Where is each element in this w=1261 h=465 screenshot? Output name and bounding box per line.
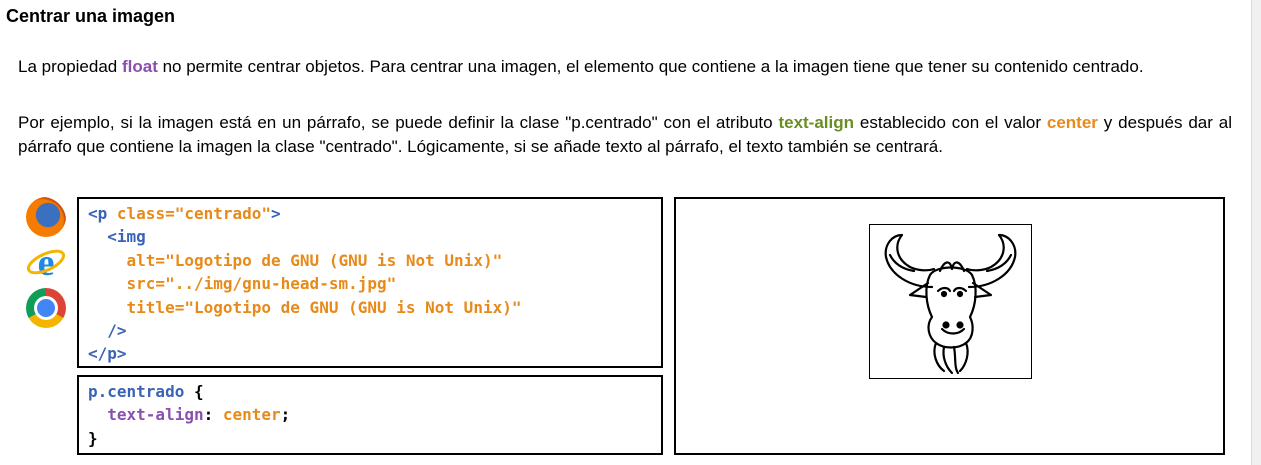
code-token: { bbox=[184, 382, 204, 401]
keyword-text-align: text-align bbox=[778, 113, 855, 132]
keyword-center: center bbox=[1046, 113, 1098, 132]
code-token: <img bbox=[88, 227, 146, 247]
code-token: "../img/gnu-head-sm.jpg" bbox=[165, 274, 397, 294]
code-token: "Logotipo de GNU (GNU is Not Unix)" bbox=[184, 297, 522, 317]
code-token: <p bbox=[88, 204, 117, 223]
code-token: src= bbox=[88, 274, 166, 294]
code-token: > bbox=[271, 204, 281, 223]
code-token: text-align bbox=[107, 405, 204, 425]
paragraph-text: no permite centrar objetos. Para centrar… bbox=[157, 57, 1144, 76]
code-token: "Logotipo de GNU (GNU is Not Unix)" bbox=[165, 250, 503, 270]
code-token: /> bbox=[88, 321, 127, 341]
paragraph-text: establecido con el valor bbox=[854, 113, 1047, 132]
code-token: ; bbox=[280, 405, 291, 425]
paragraph-text: Por ejemplo, si la imagen está en un pár… bbox=[18, 113, 779, 132]
section-title: Centrar una imagen bbox=[6, 6, 176, 26]
internet-explorer-icon: e bbox=[26, 242, 66, 284]
scrollbar-track[interactable] bbox=[1251, 0, 1261, 465]
html-code-block: <p class="centrado"> <img alt="Logotipo … bbox=[77, 197, 663, 368]
result-preview bbox=[674, 197, 1225, 455]
firefox-icon bbox=[26, 197, 66, 237]
paragraph-intro: La propiedad float no permite centrar ob… bbox=[18, 55, 1232, 79]
code-token: class= bbox=[116, 204, 175, 223]
code-token: </p> bbox=[88, 344, 127, 364]
css-code-block: p.centrado { text-align: center; } bbox=[77, 375, 663, 455]
code-token: title= bbox=[88, 297, 185, 317]
code-token: alt= bbox=[88, 250, 166, 270]
paragraph-example: Por ejemplo, si la imagen está en un pár… bbox=[18, 111, 1232, 159]
code-token: : bbox=[203, 405, 223, 425]
paragraph-text: La propiedad bbox=[18, 57, 122, 76]
gnu-logo-image bbox=[869, 224, 1032, 379]
code-token: p.centrado bbox=[88, 382, 185, 401]
keyword-float: float bbox=[121, 57, 158, 76]
svg-text:e: e bbox=[38, 242, 55, 282]
code-token: } bbox=[88, 428, 98, 448]
code-token: center bbox=[222, 405, 281, 425]
code-token: "centrado" bbox=[174, 204, 272, 223]
chrome-icon bbox=[26, 288, 66, 328]
